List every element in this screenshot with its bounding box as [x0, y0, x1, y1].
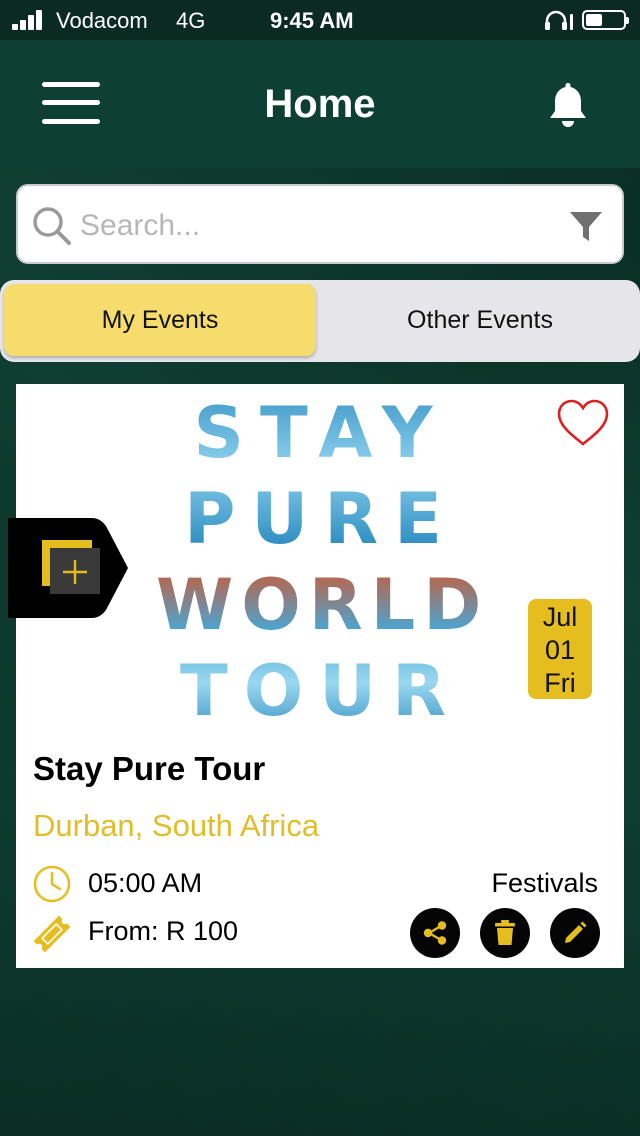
event-time: 05:00 AM — [88, 868, 203, 898]
tab-other-events[interactable]: Other Events — [324, 284, 636, 356]
event-location: Durban, South Africa — [33, 808, 320, 843]
trash-icon — [495, 920, 515, 945]
heart-icon[interactable] — [556, 398, 610, 448]
event-category: Festivals — [491, 868, 598, 898]
headphones-icon — [545, 10, 573, 30]
ticket-icon — [33, 915, 71, 953]
date-month: Jul — [542, 602, 578, 632]
pencil-icon — [565, 921, 587, 943]
add-to-calendar-button[interactable] — [8, 518, 128, 618]
poster-line: TOUR — [180, 650, 462, 732]
event-price: From: R 100 — [88, 916, 239, 946]
poster-line: STAY — [193, 392, 449, 474]
poster-line: PURE — [184, 478, 458, 560]
delete-button[interactable] — [480, 908, 530, 958]
date-day: 01 — [544, 635, 576, 665]
network-type: 4G — [176, 8, 206, 33]
date-badge: Jul 01 Fri — [528, 599, 592, 699]
share-button[interactable] — [410, 908, 460, 958]
search-input[interactable] — [80, 204, 550, 248]
search-bar — [16, 184, 624, 264]
tab-my-events[interactable]: My Events — [4, 284, 316, 356]
event-title: Stay Pure Tour — [33, 750, 266, 787]
share-icon — [423, 921, 447, 945]
signal-strength-icon — [12, 10, 48, 30]
app-header: Home — [0, 40, 640, 168]
battery-icon — [582, 10, 629, 30]
search-icon — [33, 207, 71, 245]
event-tabs: My Events Other Events — [0, 280, 640, 362]
status-time: 9:45 AM — [270, 8, 354, 33]
status-bar: Vodacom 4G 9:45 AM — [0, 0, 640, 40]
date-weekday: Fri — [544, 668, 576, 698]
poster-line: WORLD — [156, 564, 490, 646]
poster-title: STAY PURE WORLD TOUR — [156, 390, 486, 734]
carrier-name: Vodacom — [56, 8, 148, 33]
edit-button[interactable] — [550, 908, 600, 958]
clock-icon — [33, 865, 71, 903]
filter-icon[interactable] — [568, 208, 604, 244]
event-card[interactable]: STAY PURE WORLD TOUR Jul 01 Fri Stay Pur… — [8, 384, 624, 968]
bell-icon[interactable] — [544, 80, 592, 130]
